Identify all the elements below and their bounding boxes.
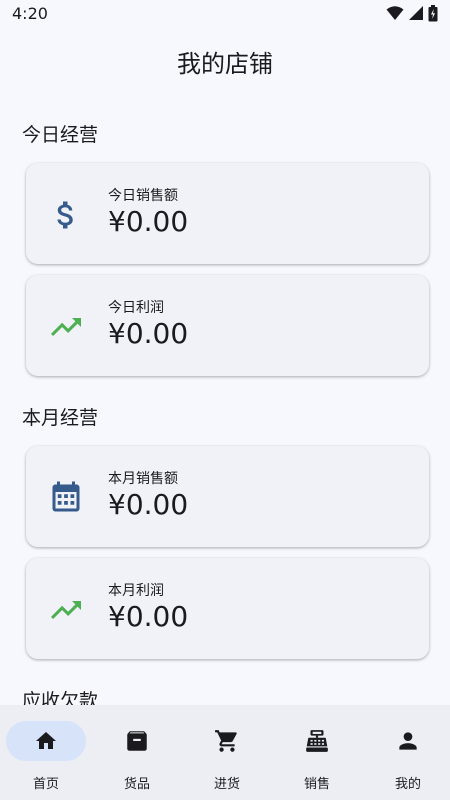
archive-icon (127, 731, 147, 751)
home-icon (36, 732, 56, 749)
calendar-icon (48, 480, 84, 516)
section-title-today: 今日经营 (22, 124, 99, 146)
trending-up-icon (48, 309, 84, 345)
card-value: ¥0.00 (108, 600, 189, 633)
section-title-receivable: 应收欠款 (22, 690, 99, 705)
card-label: 本月销售额 (108, 471, 178, 487)
cash-register-icon (306, 730, 328, 752)
card-label: 今日销售额 (108, 188, 178, 204)
status-time: 4:20 (12, 3, 48, 23)
trending-up-icon (48, 592, 84, 628)
dollar-icon (48, 197, 84, 233)
nav-indicator (187, 721, 267, 761)
nav-indicator (368, 721, 448, 761)
card-label: 今日利润 (108, 300, 164, 316)
card-value: ¥0.00 (108, 317, 189, 350)
card-today-sales[interactable]: 今日销售额 ¥0.00 (26, 163, 429, 264)
person-icon (399, 732, 417, 750)
card-value: ¥0.00 (108, 488, 189, 521)
card-month-sales[interactable]: 本月销售额 ¥0.00 (26, 446, 429, 547)
signal-icon (409, 6, 423, 20)
card-month-profit[interactable]: 本月利润 ¥0.00 (26, 558, 429, 659)
nav-item-sales[interactable]: 销售 (272, 721, 362, 793)
nav-item-home[interactable]: 首页 (1, 721, 91, 793)
card-today-profit[interactable]: 今日利润 ¥0.00 (26, 275, 429, 376)
nav-label: 首页 (32, 777, 59, 792)
battery-icon (428, 4, 438, 21)
status-bar: 4:20 (0, 0, 450, 26)
section-title-month: 本月经营 (22, 407, 99, 429)
nav-indicator (277, 721, 357, 761)
nav-label: 货品 (123, 777, 150, 792)
bottom-navigation: 首页 货品 进货 销售 我的 (0, 705, 450, 800)
nav-label: 进货 (213, 777, 240, 792)
nav-item-purchase[interactable]: 进货 (182, 721, 272, 793)
status-icons (386, 4, 438, 22)
card-value: ¥0.00 (108, 205, 189, 238)
nav-item-mine[interactable]: 我的 (363, 721, 450, 793)
nav-label: 销售 (303, 777, 330, 792)
nav-indicator (6, 721, 86, 761)
cart-icon (215, 730, 237, 752)
card-label: 本月利润 (108, 583, 164, 599)
nav-label: 我的 (394, 777, 421, 792)
wifi-icon (386, 6, 404, 20)
page-title: 我的店铺 (177, 50, 273, 78)
content-scroll[interactable]: 今日经营 今日销售额 ¥0.00 今日利润 ¥0.00 本月经营 本月销售额 ¥… (0, 100, 450, 705)
nav-indicator (97, 721, 177, 761)
nav-item-goods[interactable]: 货品 (92, 721, 182, 793)
